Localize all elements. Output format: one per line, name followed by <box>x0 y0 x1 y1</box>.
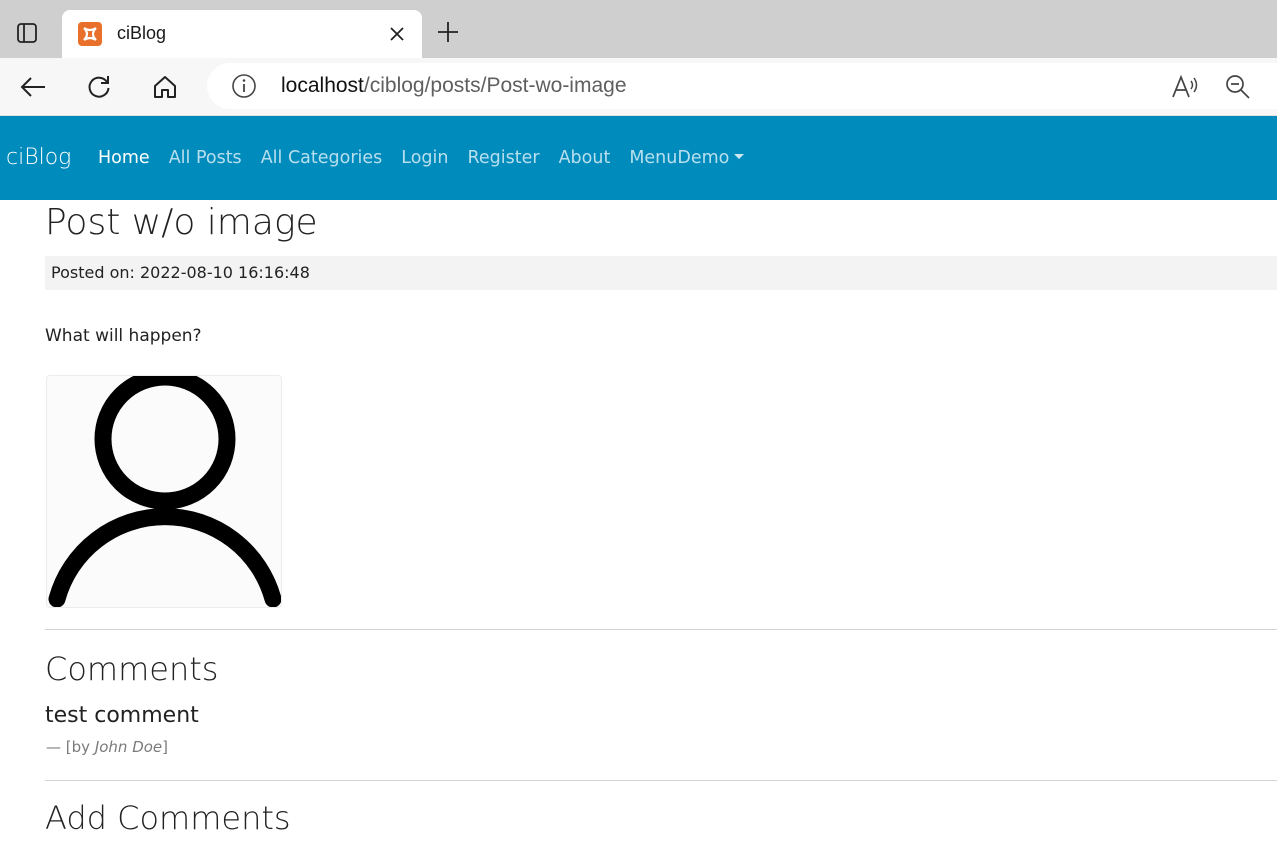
nav-link-all-categories[interactable]: All Categories <box>261 148 383 168</box>
divider <box>45 629 1277 630</box>
site-navbar: ciBlog Home All Posts All Categories Log… <box>0 116 1277 200</box>
add-comments-heading: Add Comments <box>45 799 291 837</box>
nav-link-home[interactable]: Home <box>98 148 150 168</box>
back-arrow-icon[interactable] <box>14 68 52 106</box>
caret-down-icon <box>734 154 745 159</box>
comment-author: John Doe <box>94 738 163 756</box>
browser-toolbar: localhost/ciblog/posts/Post-wo-image <box>0 58 1277 116</box>
user-placeholder-icon <box>48 376 281 607</box>
read-aloud-icon[interactable] <box>1170 72 1200 102</box>
browser-tab[interactable]: ciBlog <box>62 10 422 58</box>
url-path: /ciblog/posts/Post-wo-image <box>363 74 627 97</box>
url-host: localhost <box>281 74 364 97</box>
menudemo-label: MenuDemo <box>629 148 730 168</box>
browser-tab-strip: ciBlog <box>0 0 1277 58</box>
comment-dash: — <box>46 738 61 756</box>
post-title: Post w/o image <box>45 202 318 243</box>
nav-dropdown-menudemo[interactable]: MenuDemo <box>629 148 745 168</box>
comment-by-suffix: ] <box>162 738 169 756</box>
nav-link-all-posts[interactable]: All Posts <box>169 148 242 168</box>
close-tab-icon[interactable] <box>386 23 408 45</box>
posted-on-text: Posted on: 2022-08-10 16:16:48 <box>51 263 310 282</box>
posted-on-bar: Posted on: 2022-08-10 16:16:48 <box>45 256 1277 290</box>
new-tab-icon[interactable] <box>432 16 464 48</box>
post-body: What will happen? <box>45 326 202 346</box>
home-icon[interactable] <box>146 68 184 106</box>
comment-meta: — [by John Doe] <box>46 738 168 756</box>
post-image <box>46 375 282 608</box>
nav-link-register[interactable]: Register <box>468 148 540 168</box>
xampp-favicon-icon <box>78 22 102 46</box>
comment-text: test comment <box>45 703 199 728</box>
zoom-out-icon[interactable] <box>1224 73 1252 101</box>
tab-actions-icon[interactable] <box>8 14 46 52</box>
site-info-icon[interactable] <box>231 73 257 99</box>
refresh-icon[interactable] <box>80 68 118 106</box>
nav-link-login[interactable]: Login <box>401 148 448 168</box>
brand-logo-text[interactable]: ciBlog <box>6 145 71 170</box>
address-bar[interactable]: localhost/ciblog/posts/Post-wo-image <box>207 63 1277 109</box>
comment-by-prefix: [by <box>65 738 95 756</box>
nav-link-about[interactable]: About <box>559 148 611 168</box>
divider <box>45 780 1277 781</box>
tab-title: ciBlog <box>117 23 167 43</box>
nav-links: Home All Posts All Categories Login Regi… <box>98 148 745 168</box>
comments-heading: Comments <box>45 650 219 688</box>
url-text[interactable]: localhost/ciblog/posts/Post-wo-image <box>281 74 627 98</box>
